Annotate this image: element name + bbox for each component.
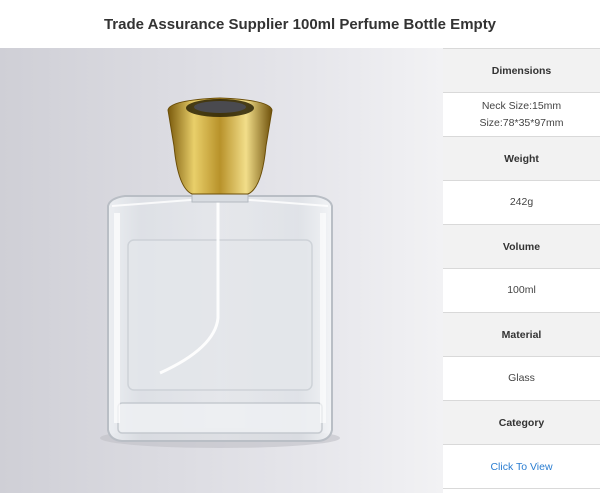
spec-header-dimensions: Dimensions: [443, 49, 600, 93]
spec-label: Material: [501, 328, 542, 341]
spec-header-volume: Volume: [443, 225, 600, 269]
spec-value-dimensions: Neck Size:15mm Size:78*35*97mm: [443, 93, 600, 137]
spec-header-material: Material: [443, 313, 600, 357]
spec-label: Weight: [504, 152, 539, 165]
spec-header-weight: Weight: [443, 137, 600, 181]
product-photo: [0, 48, 443, 493]
page-title: Trade Assurance Supplier 100ml Perfume B…: [103, 15, 497, 33]
spec-header-category: Category: [443, 401, 600, 445]
spec-value-weight: 242g: [443, 181, 600, 225]
spec-value-line: Glass: [508, 372, 535, 384]
perfume-bottle-image: [100, 97, 340, 448]
spec-label: Volume: [502, 240, 541, 253]
spec-value-category: Click To View: [443, 445, 600, 489]
spec-label: Dimensions: [491, 64, 552, 77]
spec-value-line: 100ml: [507, 284, 536, 296]
click-to-view-link[interactable]: Click To View: [490, 461, 552, 473]
spec-table: Dimensions Neck Size:15mm Size:78*35*97m…: [443, 48, 600, 493]
spec-value-line: Neck Size:15mm: [481, 99, 562, 112]
spec-value-volume: 100ml: [443, 269, 600, 313]
spec-value-material: Glass: [443, 357, 600, 401]
spec-value-line: 242g: [509, 196, 534, 208]
spec-value-line: Size:78*35*97mm: [479, 116, 564, 129]
spec-label: Category: [498, 416, 545, 429]
